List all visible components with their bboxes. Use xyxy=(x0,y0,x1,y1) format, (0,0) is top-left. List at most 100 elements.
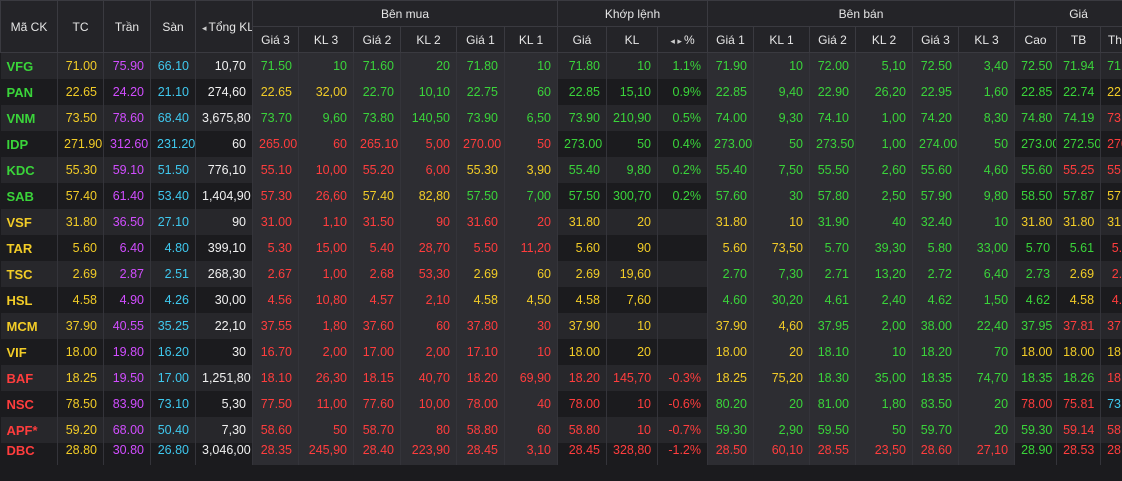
reference-price-cell: 5.60 xyxy=(57,235,104,261)
table-row[interactable]: DBC 28.80 30.80 26.80 3,046,00 28.35 245,90 28.… xyxy=(0,443,1122,465)
match-volume-cell: 50 xyxy=(606,131,658,157)
low-price-cell: 55.00 xyxy=(1100,157,1122,183)
bid-price-cell: 2.67 xyxy=(252,261,299,287)
symbol-cell[interactable]: KDC xyxy=(0,157,58,183)
symbol-cell[interactable]: BAF xyxy=(0,365,58,391)
header-symbol[interactable]: Mã CK xyxy=(0,0,58,53)
header-buy-vol-3[interactable]: KL 3 xyxy=(298,26,354,53)
table-row[interactable]: VIF 18.00 19.80 16.20 30 16.70 2,00 17.00 2,00 17… xyxy=(0,339,1122,365)
match-change-cell: 0.2% xyxy=(657,157,708,183)
table-row[interactable]: PAN 22.65 24.20 21.10 274,60 22.65 32,00 22.70 1… xyxy=(0,79,1122,105)
reference-price-cell: 18.00 xyxy=(57,339,104,365)
total-volume-cell: 22,10 xyxy=(195,313,253,339)
symbol-cell[interactable]: VSF xyxy=(0,209,58,235)
table-row[interactable]: MCM 37.90 40.55 35.25 22,10 37.55 1,80 37.60 60 3… xyxy=(0,313,1122,339)
header-floor[interactable]: Sàn xyxy=(150,0,196,53)
ask-volume-cell: 10 xyxy=(855,339,913,365)
header-buy-vol-1[interactable]: KL 1 xyxy=(504,26,558,53)
ceiling-price-cell: 75.90 xyxy=(103,52,151,79)
match-change-cell xyxy=(657,209,708,235)
low-price-cell: 31.80 xyxy=(1100,209,1122,235)
table-row[interactable]: VFG 71.00 75.90 66.10 10,70 71.50 10 71.60 20 71.… xyxy=(0,52,1122,79)
header-low[interactable]: Thấp xyxy=(1100,26,1122,53)
symbol-cell[interactable]: NSC xyxy=(0,391,58,417)
table-row[interactable]: TAR 5.60 6.40 4.80 399,10 5.30 15,00 5.40 28,70 5… xyxy=(0,235,1122,261)
header-total-volume[interactable]: ◂ Tổng KL xyxy=(195,0,253,53)
floor-price-cell: 26.80 xyxy=(150,443,196,465)
table-row[interactable]: SAB 57.40 61.40 53.40 1,404,90 57.30 26,60 57.4… xyxy=(0,183,1122,209)
symbol-cell[interactable]: HSL xyxy=(0,287,58,313)
symbol-cell[interactable]: PAN xyxy=(0,79,58,105)
symbol-cell[interactable]: VIF xyxy=(0,339,58,365)
symbol-cell[interactable]: VNM xyxy=(0,105,58,131)
header-buy-price-3[interactable]: Giá 3 xyxy=(252,26,299,53)
header-high[interactable]: Cao xyxy=(1014,26,1058,53)
table-row[interactable]: APF* 59.20 68.00 50.40 7,30 58.60 50 58.70 80 58.… xyxy=(0,417,1122,443)
ask-price-cell: 18.10 xyxy=(809,339,856,365)
table-row[interactable]: VSF 31.80 36.50 27.10 90 31.00 1,10 31.50 90 31.6… xyxy=(0,209,1122,235)
match-price-cell: 22.85 xyxy=(557,79,607,105)
ask-price-cell: 5.70 xyxy=(809,235,856,261)
header-sell-vol-1[interactable]: KL 1 xyxy=(753,26,810,53)
avg-price-cell: 55.25 xyxy=(1056,157,1102,183)
match-price-cell: 18.20 xyxy=(557,365,607,391)
ask-price-cell: 74.20 xyxy=(912,105,959,131)
table-row[interactable]: BAF 18.25 19.50 17.00 1,251,80 18.10 26,30 18.1… xyxy=(0,365,1122,391)
sort-left-icon: ◂ xyxy=(202,22,207,33)
header-sell-vol-2[interactable]: KL 2 xyxy=(855,26,913,53)
bid-volume-cell: 10 xyxy=(298,52,354,79)
header-avg[interactable]: TB xyxy=(1056,26,1102,53)
header-sell-price-1[interactable]: Giá 1 xyxy=(707,26,754,53)
symbol-cell[interactable]: TAR xyxy=(0,235,58,261)
ceiling-price-cell: 61.40 xyxy=(103,183,151,209)
bid-price-cell: 265.00 xyxy=(252,131,299,157)
header-buy-price-1[interactable]: Giá 1 xyxy=(456,26,505,53)
floor-price-cell: 21.10 xyxy=(150,79,196,105)
symbol-cell[interactable]: VFG xyxy=(0,52,58,79)
bid-volume-cell: 10,00 xyxy=(298,157,354,183)
table-row[interactable]: IDP 271.90 312.60 231.20 60 265.00 60 265.10 5,0… xyxy=(0,131,1122,157)
table-row[interactable]: TSC 2.69 2.87 2.51 268,30 2.67 1,00 2.68 53,30 2.… xyxy=(0,261,1122,287)
bid-volume-cell: 10,00 xyxy=(400,391,457,417)
header-ceiling[interactable]: Trần xyxy=(103,0,151,53)
header-reference[interactable]: TC xyxy=(57,0,104,53)
header-sell-vol-3[interactable]: KL 3 xyxy=(957,26,1016,53)
bid-price-cell: 4.56 xyxy=(252,287,299,313)
ask-volume-cell: 9,40 xyxy=(753,79,810,105)
symbol-cell[interactable]: TSC xyxy=(0,261,58,287)
ask-price-cell: 31.80 xyxy=(707,209,754,235)
bid-price-cell: 31.60 xyxy=(456,209,505,235)
match-volume-cell: 10 xyxy=(606,417,658,443)
bid-volume-cell: 60 xyxy=(298,131,354,157)
table-row[interactable]: KDC 55.30 59.10 51.50 776,10 55.10 10,00 55.20 6… xyxy=(0,157,1122,183)
floor-price-cell: 16.20 xyxy=(150,339,196,365)
table-row[interactable]: VNM 73.50 78.60 68.40 3,675,80 73.70 9,60 73.80… xyxy=(0,105,1122,131)
symbol-cell[interactable]: DBC xyxy=(0,443,58,465)
bid-volume-cell: 15,00 xyxy=(298,235,354,261)
total-volume-cell: 3,675,80 xyxy=(195,105,253,131)
ask-price-cell: 57.60 xyxy=(707,183,754,209)
high-price-cell: 37.95 xyxy=(1014,313,1058,339)
header-buy-vol-2[interactable]: KL 2 xyxy=(400,26,457,53)
table-row[interactable]: NSC 78.50 83.90 73.10 5,30 77.50 11,00 77.60 10,… xyxy=(0,391,1122,417)
match-price-cell: 5.60 xyxy=(557,235,607,261)
header-match-pct[interactable]: ◂ ▸% xyxy=(657,26,708,53)
header-buy-price-2[interactable]: Giá 2 xyxy=(353,26,401,53)
ceiling-price-cell: 19.50 xyxy=(103,365,151,391)
symbol-cell[interactable]: SAB xyxy=(0,183,58,209)
match-price-cell: 57.50 xyxy=(557,183,607,209)
floor-price-cell: 27.10 xyxy=(150,209,196,235)
header-sell-price-3[interactable]: Giá 3 xyxy=(912,26,959,53)
symbol-cell[interactable]: MCM xyxy=(0,313,58,339)
ask-price-cell: 59.30 xyxy=(707,417,754,443)
ask-volume-cell: 5,10 xyxy=(855,52,913,79)
header-sell-price-2[interactable]: Giá 2 xyxy=(809,26,856,53)
header-match-price[interactable]: Giá xyxy=(557,26,607,53)
reference-price-cell: 71.00 xyxy=(57,52,104,79)
symbol-cell[interactable]: APF* xyxy=(0,417,58,443)
bid-price-cell: 270.00 xyxy=(456,131,505,157)
symbol-cell[interactable]: IDP xyxy=(0,131,58,157)
header-match-vol[interactable]: KL xyxy=(606,26,658,53)
table-row[interactable]: HSL 4.58 4.90 4.26 30,00 4.56 10,80 4.57 2,10 4.5… xyxy=(0,287,1122,313)
ask-price-cell: 57.90 xyxy=(912,183,959,209)
